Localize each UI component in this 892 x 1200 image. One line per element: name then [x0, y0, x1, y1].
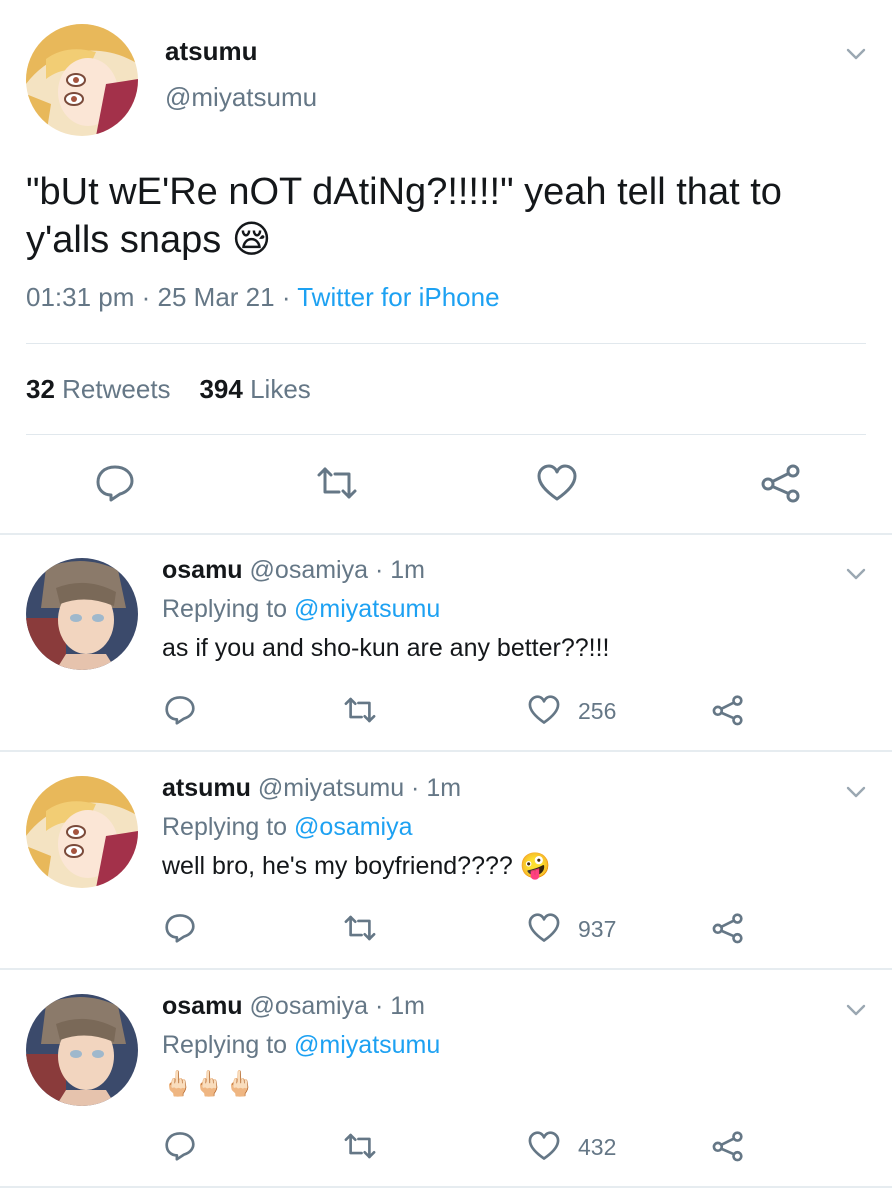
- chevron-down-icon[interactable]: [844, 998, 868, 1022]
- retweet-icon[interactable]: [342, 1128, 378, 1164]
- chevron-down-icon[interactable]: [844, 562, 868, 586]
- reply-icon[interactable]: [162, 692, 198, 728]
- avatar[interactable]: [26, 994, 138, 1106]
- likes-label: Likes: [250, 374, 311, 404]
- retweets-stat[interactable]: 32 Retweets: [26, 374, 171, 404]
- reply-tweet[interactable]: osamu @osamiya · 1m Replying to @miyatsu…: [0, 970, 892, 1186]
- avatar[interactable]: [26, 24, 138, 136]
- like-icon[interactable]: [534, 460, 580, 506]
- reply-author-name[interactable]: atsumu: [162, 774, 251, 802]
- tweet-text-line-2-text: y'alls snaps: [26, 219, 222, 261]
- share-icon[interactable]: [758, 460, 804, 506]
- reply-author-handle[interactable]: @miyatsumu: [258, 774, 404, 802]
- share-icon[interactable]: [710, 692, 746, 728]
- like-count: 256: [578, 698, 617, 724]
- replying-to-link[interactable]: @osamiya: [294, 813, 412, 841]
- reply-author-name[interactable]: osamu: [162, 992, 243, 1020]
- divider: [26, 343, 866, 344]
- retweets-label: Retweets: [62, 374, 171, 404]
- reply-tweet[interactable]: atsumu @miyatsumu · 1m Replying to @osam…: [0, 752, 892, 968]
- retweets-count: 32: [26, 374, 55, 404]
- tweet-stats: 32 Retweets 394 Likes: [26, 374, 311, 405]
- divider: [26, 434, 866, 435]
- reply-time: 1m: [426, 774, 462, 802]
- share-icon[interactable]: [710, 1128, 746, 1164]
- like-icon[interactable]: [526, 692, 562, 728]
- replying-to-link[interactable]: @miyatsumu: [294, 595, 440, 623]
- like-count: 432: [578, 1134, 617, 1160]
- tweet-date: 25 Mar 21: [157, 282, 275, 312]
- replying-to-prefix: Replying to: [162, 813, 288, 841]
- reply-author-handle[interactable]: @osamiya: [250, 992, 368, 1020]
- retweet-icon[interactable]: [314, 460, 360, 506]
- like-count: 937: [578, 916, 617, 942]
- reply-text-content: well bro, he's my boyfriend????: [162, 852, 513, 880]
- share-icon[interactable]: [710, 910, 746, 946]
- zany-face-emoji: 🤪: [519, 852, 551, 880]
- reply-text: as if you and sho-kun are any better??!!…: [162, 634, 610, 662]
- like-icon[interactable]: [526, 1128, 562, 1164]
- sleepy-face-emoji: 😪: [231, 219, 272, 261]
- reply-author-name[interactable]: osamu: [162, 556, 243, 584]
- reply-text: 🖕🏻🖕🏻🖕🏻: [162, 1070, 256, 1098]
- avatar[interactable]: [26, 776, 138, 888]
- likes-count: 394: [199, 374, 243, 404]
- retweet-icon[interactable]: [342, 910, 378, 946]
- reply-author-handle[interactable]: @osamiya: [250, 556, 368, 584]
- tweet-meta: 01:31 pm · 25 Mar 21 · Twitter for iPhon…: [26, 282, 500, 312]
- divider: [0, 1186, 892, 1188]
- replying-to-prefix: Replying to: [162, 1031, 288, 1059]
- reply-icon[interactable]: [162, 1128, 198, 1164]
- tweet-source-link[interactable]: Twitter for iPhone: [297, 282, 499, 312]
- replying-to-prefix: Replying to: [162, 595, 288, 623]
- reply-tweet[interactable]: osamu @osamiya · 1m Replying to @miyatsu…: [0, 534, 892, 750]
- tweet-text: "bUt wE'Re nOT dAtiNg?!!!!!" yeah tell t…: [26, 168, 846, 264]
- tweet-text-line-2: y'alls snaps 😪: [26, 216, 846, 264]
- avatar[interactable]: [26, 558, 138, 670]
- retweet-icon[interactable]: [342, 692, 378, 728]
- likes-stat[interactable]: 394 Likes: [199, 374, 310, 404]
- replying-to-link[interactable]: @miyatsumu: [294, 1031, 440, 1059]
- author-name[interactable]: atsumu: [165, 36, 257, 67]
- replying-to: Replying to @miyatsumu: [162, 1031, 440, 1060]
- chevron-down-icon[interactable]: [844, 780, 868, 804]
- reply-time: 1m: [390, 556, 425, 584]
- reply-text: well bro, he's my boyfriend???? 🤪: [162, 852, 551, 881]
- reply-icon[interactable]: [162, 910, 198, 946]
- reply-header: osamu @osamiya · 1m: [162, 992, 425, 1020]
- author-handle[interactable]: @miyatsumu: [165, 82, 317, 113]
- replying-to: Replying to @osamiya: [162, 813, 413, 842]
- tweet-time: 01:31 pm: [26, 282, 135, 312]
- reply-icon[interactable]: [92, 460, 138, 506]
- main-tweet: atsumu @miyatsumu "bUt wE'Re nOT dAtiNg?…: [0, 0, 892, 534]
- reply-header: atsumu @miyatsumu · 1m: [162, 774, 462, 802]
- reply-header: osamu @osamiya · 1m: [162, 556, 425, 584]
- chevron-down-icon[interactable]: [844, 42, 868, 66]
- replying-to: Replying to @miyatsumu: [162, 595, 440, 624]
- reply-time: 1m: [390, 992, 425, 1020]
- like-icon[interactable]: [526, 910, 562, 946]
- tweet-text-line-1: "bUt wE'Re nOT dAtiNg?!!!!!" yeah tell t…: [26, 171, 782, 213]
